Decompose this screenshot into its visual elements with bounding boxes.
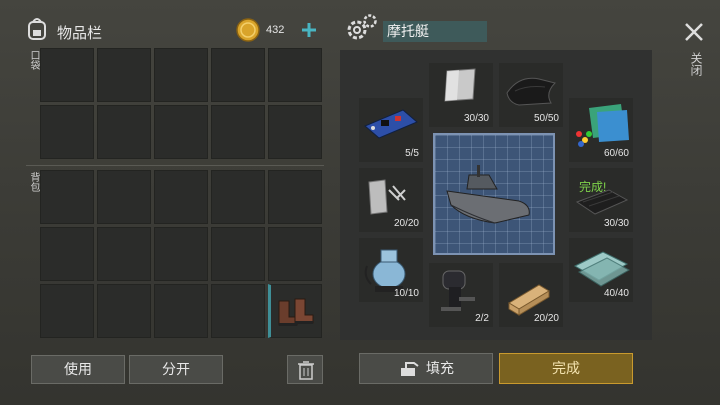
fill-icon bbox=[401, 362, 419, 377]
backpack-slot[interactable] bbox=[40, 170, 94, 224]
craft-title: 摩托艇 bbox=[383, 21, 487, 42]
pump-slot[interactable]: 10/10 bbox=[359, 238, 423, 302]
wood-count: 20/20 bbox=[533, 313, 559, 324]
craft-panel: 30/30 50/50 5/5 60/60 20/20 完成! 30/30 10… bbox=[340, 50, 652, 340]
cloth-slot[interactable]: 50/50 bbox=[499, 63, 563, 127]
close-button[interactable] bbox=[682, 20, 706, 44]
backpack-slot[interactable] bbox=[211, 227, 265, 281]
circuit-count: 5/5 bbox=[405, 148, 419, 159]
plus-icon bbox=[302, 23, 316, 37]
circuit-slot[interactable]: 5/5 bbox=[359, 98, 423, 162]
coin-count: 432 bbox=[266, 24, 285, 36]
pump-count: 10/10 bbox=[393, 288, 419, 299]
coin-icon bbox=[236, 18, 260, 42]
pocket-slot[interactable] bbox=[40, 48, 94, 102]
backpack-slot[interactable] bbox=[154, 170, 208, 224]
add-coins-button[interactable] bbox=[298, 18, 320, 42]
backpack-slot[interactable] bbox=[268, 170, 322, 224]
close-label: 关闭 bbox=[689, 52, 703, 76]
backpack-grid bbox=[40, 170, 324, 340]
backpack-slot[interactable] bbox=[40, 227, 94, 281]
scrap-count: 20/20 bbox=[393, 218, 419, 229]
boots-icon bbox=[278, 298, 314, 326]
plastic-slot[interactable]: 60/60 bbox=[569, 98, 633, 162]
pocket-slot[interactable] bbox=[268, 105, 322, 159]
backpack-slot[interactable] bbox=[40, 284, 94, 338]
glass-count: 40/40 bbox=[603, 288, 629, 299]
pocket-slot[interactable] bbox=[154, 48, 208, 102]
carbon-count: 30/30 bbox=[603, 218, 629, 229]
steel-count: 30/30 bbox=[463, 113, 489, 124]
complete-button[interactable]: 完成 bbox=[499, 353, 633, 384]
backpack-label: 背包 bbox=[28, 172, 39, 192]
pocket-slot[interactable] bbox=[97, 105, 151, 159]
carbon-slot[interactable]: 完成! 30/30 bbox=[569, 168, 633, 232]
trash-icon bbox=[298, 361, 314, 380]
blueprint bbox=[433, 133, 555, 255]
glass-slot[interactable]: 40/40 bbox=[569, 238, 633, 302]
pocket-slot[interactable] bbox=[97, 48, 151, 102]
split-button[interactable]: 分开 bbox=[129, 355, 223, 384]
motorboat-icon bbox=[446, 165, 530, 224]
engine-count: 2/2 bbox=[475, 313, 489, 324]
trash-button[interactable] bbox=[287, 355, 323, 384]
pocket-grid bbox=[40, 48, 324, 160]
backpack-slot[interactable] bbox=[97, 284, 151, 338]
backpack-icon bbox=[26, 16, 48, 40]
engine-slot[interactable]: 2/2 bbox=[429, 263, 493, 327]
boots-slot[interactable] bbox=[268, 284, 322, 338]
scrap-metal-slot[interactable]: 20/20 bbox=[359, 168, 423, 232]
backpack-slot[interactable] bbox=[268, 227, 322, 281]
pocket-slot[interactable] bbox=[211, 48, 265, 102]
pocket-slot[interactable] bbox=[268, 48, 322, 102]
pocket-label: 口袋 bbox=[28, 50, 39, 70]
close-icon bbox=[685, 23, 703, 41]
plastic-count: 60/60 bbox=[603, 148, 629, 159]
fill-label: 填充 bbox=[426, 360, 454, 376]
fill-button[interactable]: 填充 bbox=[359, 353, 493, 384]
divider bbox=[26, 165, 324, 166]
pocket-slot[interactable] bbox=[40, 105, 94, 159]
cloth-count: 50/50 bbox=[533, 113, 559, 124]
carbon-done-label: 完成! bbox=[579, 180, 607, 194]
backpack-slot[interactable] bbox=[97, 227, 151, 281]
pocket-slot[interactable] bbox=[154, 105, 208, 159]
backpack-slot[interactable] bbox=[154, 284, 208, 338]
inventory-title: 物品栏 bbox=[57, 25, 103, 42]
pocket-slot[interactable] bbox=[211, 105, 265, 159]
backpack-slot[interactable] bbox=[211, 284, 265, 338]
gear-icon bbox=[345, 12, 379, 42]
backpack-slot[interactable] bbox=[97, 170, 151, 224]
steel-sheet-slot[interactable]: 30/30 bbox=[429, 63, 493, 127]
use-button[interactable]: 使用 bbox=[31, 355, 125, 384]
wood-slot[interactable]: 20/20 bbox=[499, 263, 563, 327]
backpack-slot[interactable] bbox=[211, 170, 265, 224]
backpack-slot[interactable] bbox=[154, 227, 208, 281]
